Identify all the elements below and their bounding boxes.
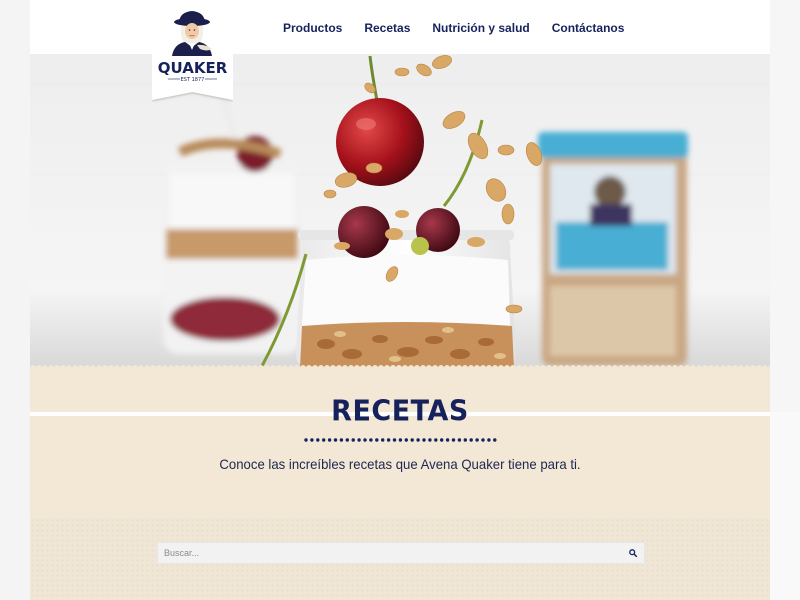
divider-dot bbox=[381, 438, 385, 442]
divider-dot bbox=[493, 438, 497, 442]
divider-dot bbox=[369, 438, 373, 442]
nav-productos[interactable]: Productos bbox=[283, 21, 342, 35]
divider-dot bbox=[481, 438, 485, 442]
divider-dot bbox=[422, 438, 426, 442]
divider-dot bbox=[404, 438, 408, 442]
divider-dot bbox=[434, 438, 438, 442]
recetas-subtitle: Conoce las increíbles recetas que Avena … bbox=[219, 456, 581, 472]
divider-dot bbox=[440, 438, 444, 442]
divider-dot bbox=[339, 438, 344, 442]
site-header: Productos Recetas Nutrición y salud Cont… bbox=[30, 0, 770, 54]
search-input[interactable] bbox=[158, 543, 622, 563]
divider-dot bbox=[310, 438, 314, 442]
divider-dot bbox=[386, 438, 391, 442]
nav-nutricion[interactable]: Nutrición y salud bbox=[432, 21, 529, 35]
divider-dot bbox=[357, 438, 361, 442]
divider-dot bbox=[445, 438, 450, 442]
divider-dot bbox=[327, 438, 332, 442]
search-button[interactable] bbox=[622, 543, 644, 563]
divider-dot bbox=[487, 438, 491, 442]
divider-dot bbox=[457, 438, 462, 442]
divider-dot bbox=[375, 438, 379, 442]
divider-dot bbox=[398, 438, 403, 442]
search-icon bbox=[629, 549, 637, 557]
recetas-title: RECETAS bbox=[331, 395, 469, 428]
page-margin-right-lower bbox=[770, 412, 800, 600]
divider-dot bbox=[363, 438, 367, 442]
divider-dot bbox=[304, 438, 308, 442]
divider-dot bbox=[410, 438, 414, 442]
divider-dot bbox=[475, 438, 479, 442]
main-nav: Productos Recetas Nutrición y salud Cont… bbox=[283, 21, 624, 35]
page: Productos Recetas Nutrición y salud Cont… bbox=[30, 0, 770, 600]
logo-wordmark: QUAKER bbox=[158, 59, 228, 77]
divider-dot bbox=[416, 438, 420, 442]
nav-contactanos[interactable]: Contáctanos bbox=[552, 21, 625, 35]
divider-dot bbox=[428, 438, 432, 442]
divider-dot bbox=[469, 438, 473, 442]
scalloped-edge bbox=[30, 365, 770, 372]
hero-image bbox=[30, 54, 770, 368]
divider-dot bbox=[463, 438, 467, 442]
divider-dot bbox=[451, 438, 456, 442]
divider-dot bbox=[316, 438, 320, 442]
divider-dot bbox=[392, 438, 397, 442]
dotted-divider bbox=[304, 438, 497, 442]
search-bar bbox=[157, 542, 645, 564]
quaker-logo[interactable]: QUAKER EST 1877 bbox=[152, 0, 233, 102]
nav-recetas[interactable]: Recetas bbox=[364, 21, 410, 35]
divider-dot bbox=[345, 438, 349, 442]
divider-dot bbox=[322, 438, 326, 442]
logo-est: EST 1877 bbox=[181, 77, 205, 83]
page-margin-right bbox=[770, 0, 800, 412]
divider-dot bbox=[351, 438, 355, 442]
divider-dot bbox=[333, 438, 338, 442]
